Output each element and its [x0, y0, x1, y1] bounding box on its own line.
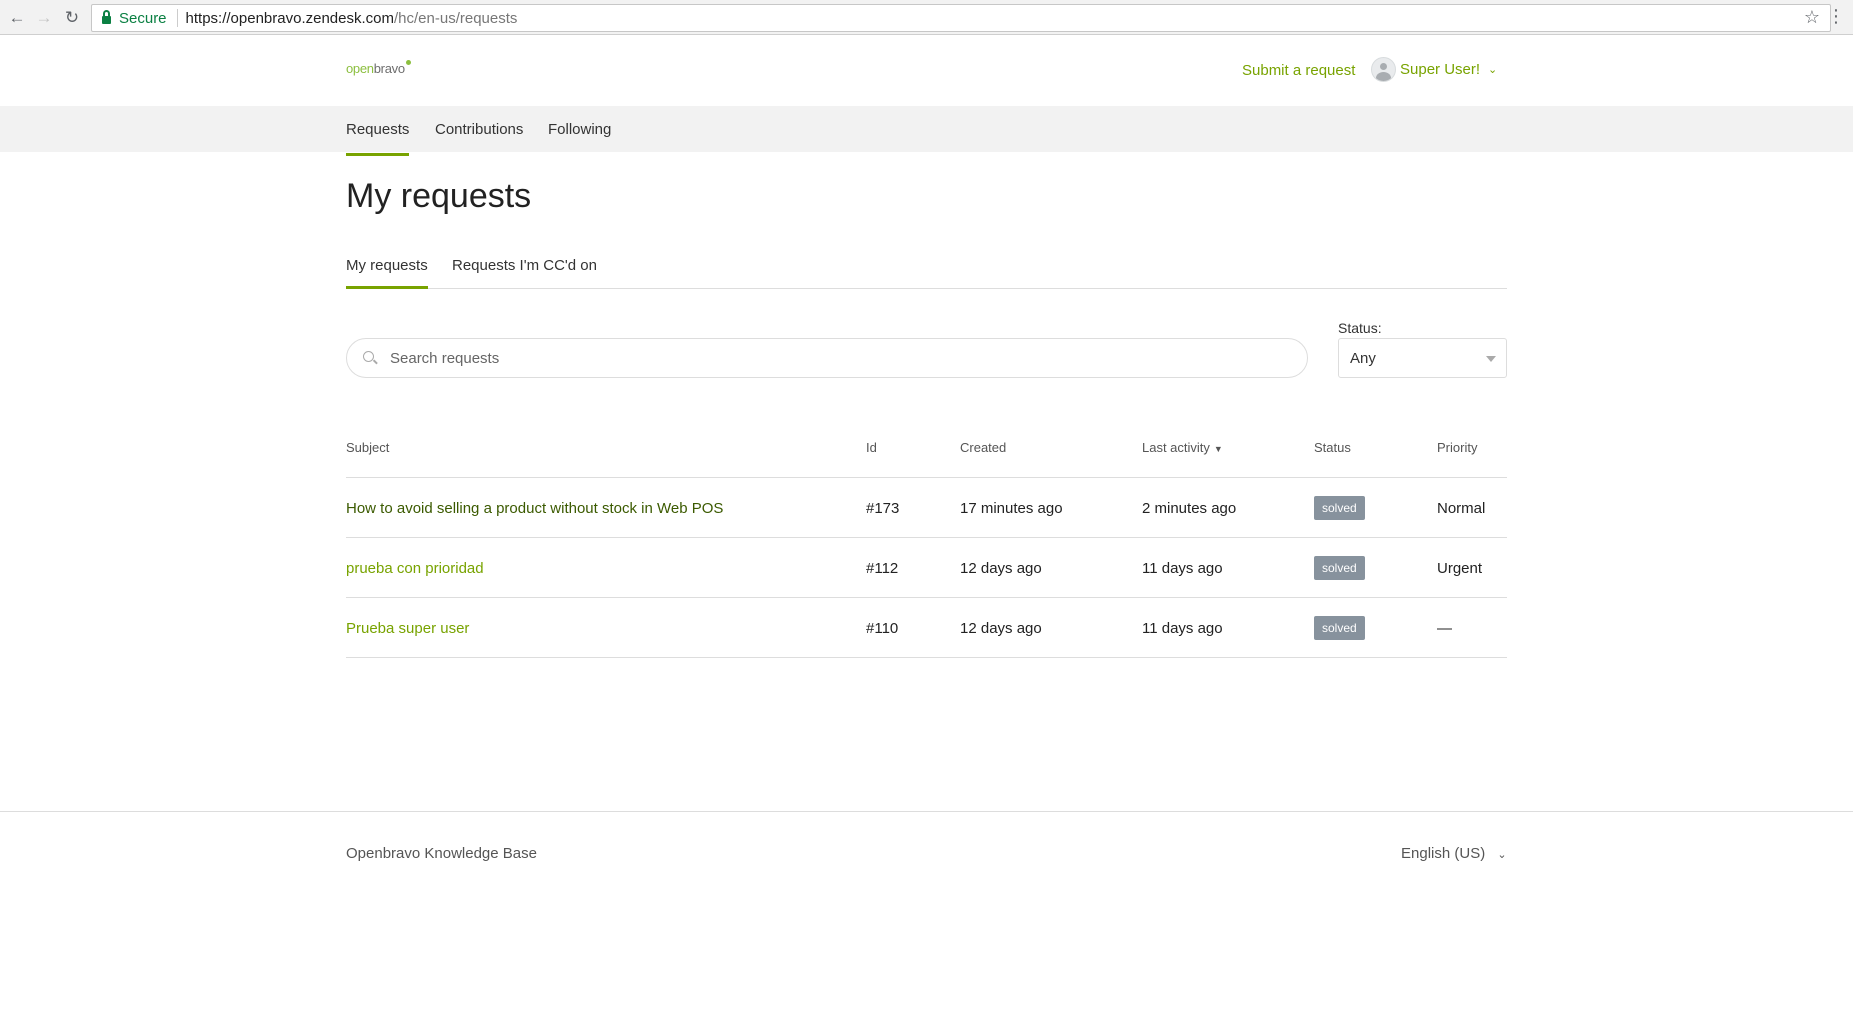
- request-priority: —: [1437, 620, 1452, 637]
- request-id: #112: [866, 560, 899, 577]
- column-header-created[interactable]: Created: [960, 440, 1006, 455]
- request-created: 17 minutes ago: [960, 500, 1063, 517]
- request-subject-link[interactable]: prueba con prioridad: [346, 560, 484, 577]
- tab-requests-ccd[interactable]: Requests I'm CC'd on: [452, 257, 597, 274]
- lock-icon: [102, 10, 111, 24]
- omnibox-divider: [176, 9, 178, 27]
- status-badge: solved: [1314, 616, 1365, 640]
- tab-my-requests[interactable]: My requests: [346, 257, 428, 289]
- submit-request-link[interactable]: Submit a request: [1242, 62, 1355, 79]
- page-title: My requests: [346, 177, 532, 215]
- request-created: 12 days ago: [960, 560, 1042, 577]
- forward-icon[interactable]: →: [31, 5, 57, 31]
- sort-down-icon: ▼: [1213, 444, 1223, 454]
- address-bar[interactable]: Secure https://openbravo.zendesk.com/hc/…: [91, 4, 1831, 32]
- search-box: [346, 338, 1308, 378]
- language-selector[interactable]: English (US) ⌄: [1401, 845, 1507, 862]
- requests-table: Subject Id Created Last activity ▼ Status…: [346, 438, 1507, 658]
- subnav-item-requests[interactable]: Requests: [346, 121, 410, 156]
- request-subject-link[interactable]: How to avoid selling a product without s…: [346, 500, 723, 517]
- request-id: #173: [866, 500, 900, 517]
- search-input[interactable]: [390, 349, 1290, 367]
- column-header-last-activity[interactable]: Last activity ▼: [1142, 440, 1223, 455]
- profile-subnav: Requests Contributions Following: [0, 106, 1853, 156]
- table-row: Prueba super user #110 12 days ago 11 da…: [346, 598, 1507, 658]
- url-path: /hc/en-us/requests: [394, 9, 518, 27]
- table-row: How to avoid selling a product without s…: [346, 478, 1507, 538]
- request-created: 12 days ago: [960, 620, 1042, 637]
- openbravo-logo[interactable]: openbravo: [346, 60, 411, 76]
- status-filter-label: Status:: [1338, 320, 1382, 336]
- table-header: Subject Id Created Last activity ▼ Status…: [346, 438, 1507, 478]
- back-icon[interactable]: ←: [4, 5, 30, 31]
- url-host: https://openbravo.zendesk.com: [185, 9, 394, 27]
- request-last-activity: 2 minutes ago: [1142, 500, 1237, 517]
- column-header-id[interactable]: Id: [866, 440, 877, 455]
- request-priority: Normal: [1437, 500, 1486, 517]
- browser-toolbar: ← → ↻ Secure https://openbravo.zendesk.c…: [0, 0, 1853, 35]
- request-last-activity: 11 days ago: [1142, 620, 1223, 637]
- request-tabs: My requests Requests I'm CC'd on: [346, 255, 1507, 289]
- site-header: openbravo Submit a request Super User! ⌄: [0, 36, 1853, 106]
- request-id: #110: [866, 620, 899, 637]
- column-header-status[interactable]: Status: [1314, 440, 1351, 455]
- logo-dot: [405, 60, 411, 65]
- logo-text-open: open: [346, 61, 374, 76]
- column-header-priority[interactable]: Priority: [1437, 440, 1477, 455]
- reload-icon[interactable]: ↻: [59, 5, 85, 31]
- bookmark-star-icon[interactable]: ☆: [1804, 7, 1820, 28]
- footer-title[interactable]: Openbravo Knowledge Base: [346, 845, 537, 862]
- request-priority: Urgent: [1437, 560, 1483, 577]
- subnav-item-contributions[interactable]: Contributions: [435, 121, 523, 138]
- user-menu[interactable]: Super User! ⌄: [1371, 57, 1497, 82]
- column-header-last-activity-label: Last activity: [1142, 440, 1210, 455]
- secure-label: Secure: [119, 9, 167, 27]
- caret-down-icon: [1486, 356, 1496, 362]
- browser-menu-icon[interactable]: ⋮: [1827, 7, 1845, 25]
- chevron-down-icon: ⌄: [1488, 64, 1498, 76]
- logo-text-bravo: bravo: [373, 61, 405, 76]
- site-footer: Openbravo Knowledge Base English (US) ⌄: [0, 811, 1853, 911]
- search-icon: [363, 350, 378, 366]
- language-label: English (US): [1401, 845, 1486, 862]
- status-badge: solved: [1314, 496, 1365, 520]
- status-badge: solved: [1314, 556, 1365, 580]
- status-filter-select[interactable]: Any: [1338, 338, 1507, 378]
- subnav-item-following[interactable]: Following: [548, 121, 611, 138]
- request-subject-link[interactable]: Prueba super user: [346, 620, 469, 637]
- request-last-activity: 11 days ago: [1142, 560, 1223, 577]
- user-name: Super User!: [1400, 61, 1481, 78]
- status-filter-value: Any: [1350, 349, 1376, 367]
- avatar: [1371, 57, 1396, 82]
- chevron-down-icon: ⌄: [1497, 849, 1507, 861]
- column-header-subject[interactable]: Subject: [346, 440, 389, 455]
- table-row: prueba con prioridad #112 12 days ago 11…: [346, 538, 1507, 598]
